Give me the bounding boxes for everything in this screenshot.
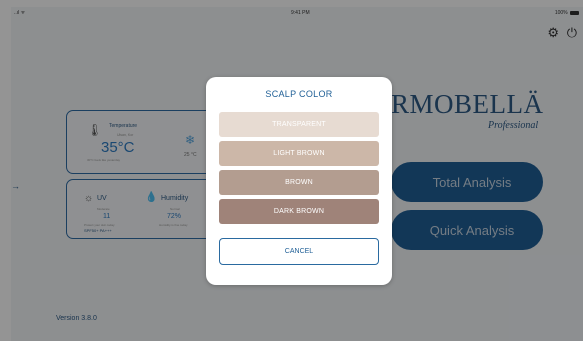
dialog-title: SCALP COLOR	[265, 89, 333, 99]
option-light-brown[interactable]: LIGHT BROWN	[219, 141, 379, 166]
cancel-button[interactable]: CANCEL	[219, 238, 379, 265]
option-dark-brown[interactable]: DARK BROWN	[219, 199, 379, 224]
scalp-color-dialog: SCALP COLOR TRANSPARENT LIGHT BROWN BROW…	[206, 77, 392, 285]
option-transparent[interactable]: TRANSPARENT	[219, 112, 379, 137]
option-brown[interactable]: BROWN	[219, 170, 379, 195]
